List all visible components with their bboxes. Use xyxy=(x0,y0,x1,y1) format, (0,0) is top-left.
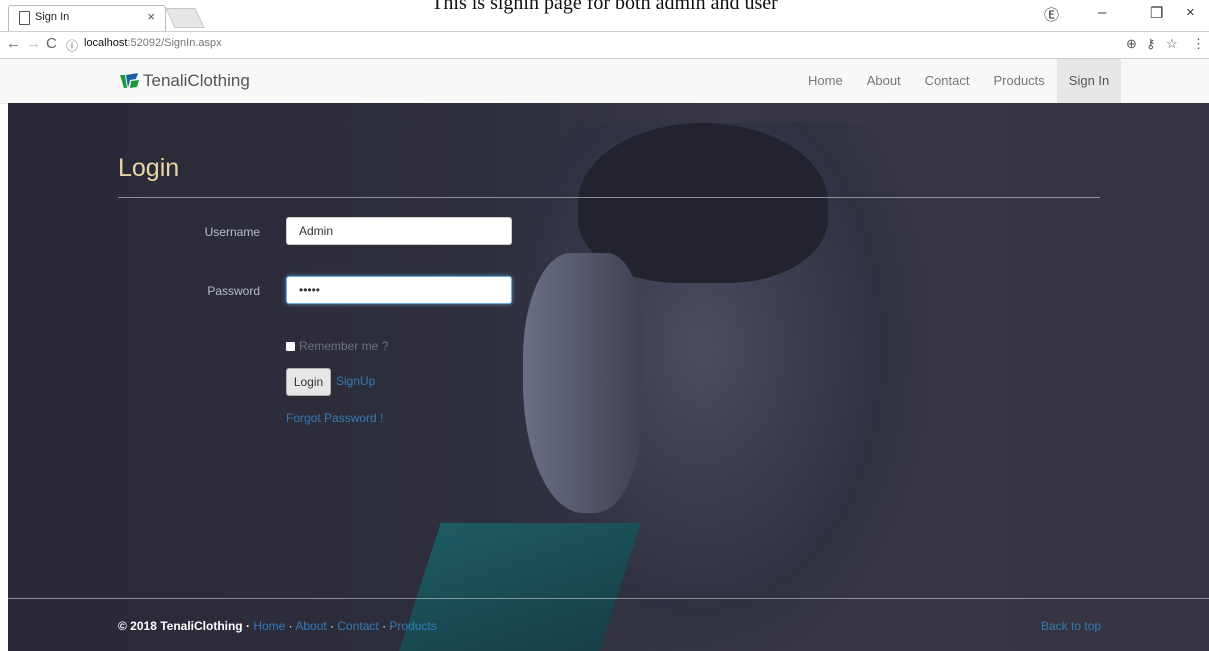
footer-link-about[interactable]: About xyxy=(295,619,326,633)
back-to-top-link[interactable]: Back to top xyxy=(1041,619,1101,633)
zoom-icon[interactable]: ⊕ xyxy=(1126,36,1137,52)
nav-sign-in[interactable]: Sign In xyxy=(1056,59,1122,103)
star-icon[interactable]: ☆ xyxy=(1166,36,1178,52)
address-bar: ← → C ⓘ localhost:52092/SignIn.aspx ⊕ ⚷ … xyxy=(0,32,1209,59)
page-caption: This is signin page for both admin and u… xyxy=(431,0,778,14)
back-icon[interactable]: ← xyxy=(6,35,21,52)
nav-contact[interactable]: Contact xyxy=(913,59,982,103)
nav-links: Home About Contact Products Sign In xyxy=(796,59,1122,103)
signup-link[interactable]: SignUp xyxy=(336,374,375,388)
password-label: Password xyxy=(207,284,260,298)
nav-home[interactable]: Home xyxy=(796,59,855,103)
nav-about[interactable]: About xyxy=(855,59,913,103)
footer-divider xyxy=(8,598,1209,599)
footer-sep: · xyxy=(285,619,296,633)
url-path: :52092/SignIn.aspx xyxy=(127,37,222,49)
site-navbar: TenaliClothing Home About Contact Produc… xyxy=(0,59,1209,104)
footer-link-products[interactable]: Products xyxy=(389,619,436,633)
footer: © 2018 TenaliClothing · Home · About · C… xyxy=(118,619,437,633)
username-label: Username xyxy=(204,225,260,239)
login-button[interactable]: Login xyxy=(286,368,331,396)
remember-checkbox[interactable] xyxy=(286,341,295,351)
footer-link-home[interactable]: Home xyxy=(253,619,285,633)
remember-label: Remember me ? xyxy=(299,339,389,353)
menu-icon[interactable]: ⋮ xyxy=(1192,36,1205,52)
username-input[interactable]: Admin xyxy=(286,217,512,245)
reload-icon[interactable]: C xyxy=(46,35,57,52)
hero-background: Login Username Admin Password ••••• Reme… xyxy=(8,103,1209,651)
footer-sep: · xyxy=(326,619,338,633)
remember-me[interactable]: Remember me ? xyxy=(286,339,388,353)
url-host: localhost xyxy=(84,37,128,49)
brand-name: TenaliClothing xyxy=(143,71,250,90)
brand[interactable]: TenaliClothing xyxy=(118,71,250,91)
title-divider xyxy=(118,197,1100,198)
footer-copyright: © 2018 TenaliClothing · xyxy=(118,619,254,633)
footer-link-contact[interactable]: Contact xyxy=(337,619,378,633)
photo-face xyxy=(523,253,643,513)
page-title: Login xyxy=(118,154,180,182)
url-field[interactable]: localhost:52092/SignIn.aspx xyxy=(84,37,222,49)
info-icon[interactable]: ⓘ xyxy=(66,37,78,54)
footer-sep: · xyxy=(378,619,390,633)
forgot-password-link[interactable]: Forgot Password ! xyxy=(286,411,383,425)
logo-icon xyxy=(120,73,139,88)
nav-products[interactable]: Products xyxy=(981,59,1056,103)
key-icon[interactable]: ⚷ xyxy=(1146,36,1156,52)
password-input[interactable]: ••••• xyxy=(286,276,512,304)
forward-icon[interactable]: → xyxy=(26,35,41,52)
